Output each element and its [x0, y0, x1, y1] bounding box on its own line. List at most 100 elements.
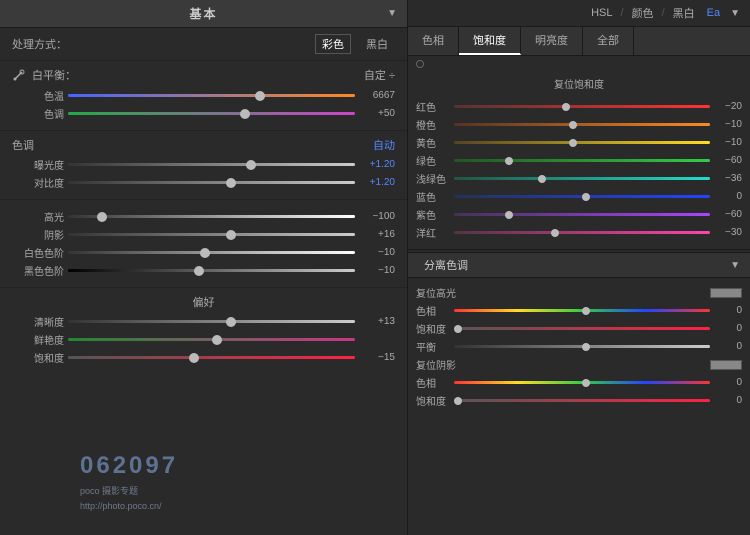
temp-label: 色温 [12, 88, 64, 103]
saturation-track[interactable] [68, 351, 355, 365]
hsl-orange-value: −10 [714, 119, 742, 130]
tint-label: 色调 [12, 106, 64, 121]
hsl-red-track[interactable] [454, 101, 710, 113]
white-value: −10 [359, 247, 395, 258]
tab-hue[interactable]: 色相 [408, 27, 459, 55]
contrast-value: +1.20 [359, 177, 395, 188]
black-label: 黑色色阶 [12, 263, 64, 278]
proc-mode-color[interactable]: 彩色 [315, 34, 351, 54]
balance-label: 平衡 [416, 339, 450, 354]
hsl-reset[interactable]: 复位饱和度 [416, 74, 742, 93]
hsl-purple-track[interactable] [454, 209, 710, 221]
exposure-label: 曝光度 [12, 157, 64, 172]
hsl-tabs-row: 色相 饱和度 明亮度 全部 [408, 27, 750, 56]
shadow-slider-row: 阴影 +16 [12, 227, 395, 242]
auto-button[interactable]: 自动 [373, 137, 395, 153]
tone-header: 色调 自动 [12, 137, 395, 153]
hl-sat-value: 0 [714, 323, 742, 334]
hsl-blue-label: 蓝色 [416, 189, 450, 204]
contrast-track[interactable] [68, 176, 355, 190]
temp-track[interactable] [68, 89, 355, 103]
exposure-track[interactable] [68, 158, 355, 172]
split-toning-title: 分离色调 [424, 257, 468, 273]
shadows-swatch[interactable] [710, 360, 742, 370]
main-container: 基本 ▼ 处理方式： 彩色 黑白 白平衡： 自定 [0, 0, 750, 535]
hsl-green-track[interactable] [454, 155, 710, 167]
proc-mode-row: 处理方式： 彩色 黑白 [0, 28, 407, 61]
eyedropper-icon[interactable] [12, 68, 26, 82]
hl-hue-track[interactable] [454, 305, 710, 317]
contrast-slider-row: 对比度 +1.20 [12, 175, 395, 190]
clarity-slider-row: 清晰度 +13 [12, 314, 395, 329]
hsl-magenta-track[interactable] [454, 227, 710, 239]
pref-section-wrapper: 偏好 清晰度 +13 鲜艳度 [0, 288, 407, 535]
tint-track[interactable] [68, 107, 355, 121]
hsl-blue-row: 蓝色 0 [416, 189, 742, 204]
vibrance-label: 鲜艳度 [12, 332, 64, 347]
hsl-yellow-track[interactable] [454, 137, 710, 149]
tab-all[interactable]: 全部 [583, 27, 634, 55]
highlights-swatch[interactable] [710, 288, 742, 298]
hsl-header-hsl[interactable]: HSL [591, 7, 612, 19]
highlight-value: −100 [359, 211, 395, 222]
hsl-green-label: 绿色 [416, 153, 450, 168]
ea-label: Ea [707, 7, 720, 19]
black-track[interactable] [68, 264, 355, 278]
balance-track[interactable] [454, 341, 710, 353]
saturation-slider-row: 饱和度 −15 [12, 350, 395, 365]
exposure-value: +1.20 [359, 159, 395, 170]
white-track[interactable] [68, 246, 355, 260]
exposure-slider-row: 曝光度 +1.20 [12, 157, 395, 172]
hsl-magenta-value: −30 [714, 227, 742, 238]
hsl-purple-label: 紫色 [416, 207, 450, 222]
highlights-reset-label[interactable]: 复位高光 [416, 285, 456, 300]
right-panel: HSL / 颜色 / 黑白 Ea ▼ 色相 饱和度 明亮度 全部 复位饱和度 红… [408, 0, 750, 535]
balance-value: 0 [714, 341, 742, 352]
shadow-track[interactable] [68, 228, 355, 242]
sh-hue-track[interactable] [454, 377, 710, 389]
basic-section-header: 基本 ▼ [0, 0, 407, 28]
highlight-label: 高光 [12, 209, 64, 224]
hl-sat-track[interactable] [454, 323, 710, 335]
saturation-value: −15 [359, 352, 395, 363]
temp-slider-row: 色温 6667 [12, 88, 395, 103]
tint-slider-row: 色调 +50 [12, 106, 395, 121]
hsl-blue-track[interactable] [454, 191, 710, 203]
hl-hue-row: 色相 0 [416, 303, 742, 318]
hsl-sliders-section: 复位饱和度 红色 −20 橙色 −10 [408, 70, 750, 247]
basic-arrow[interactable]: ▼ [387, 8, 397, 19]
tone-section: 色调 自动 曝光度 +1.20 对比度 +1.20 [0, 131, 407, 200]
hsl-header-bw[interactable]: 黑白 [673, 5, 695, 21]
hl-sat-row: 饱和度 0 [416, 321, 742, 336]
clarity-track[interactable] [68, 315, 355, 329]
tab-luminance[interactable]: 明亮度 [521, 27, 583, 55]
split-toning-content: 复位高光 色相 0 饱和度 [408, 278, 750, 415]
watermark-brand: poco 摄影专题 [80, 484, 138, 497]
hsl-magenta-label: 洋红 [416, 225, 450, 240]
header-arrow-right[interactable]: ▼ [730, 8, 740, 19]
proc-mode-label: 处理方式： [12, 36, 67, 52]
hsl-aqua-track[interactable] [454, 173, 710, 185]
tab-saturation[interactable]: 饱和度 [459, 27, 521, 55]
split-toning-arrow[interactable]: ▼ [730, 260, 740, 271]
hsl-aqua-row: 浅绿色 −36 [416, 171, 742, 186]
watermark-url: http://photo.poco.cn/ [80, 501, 162, 511]
watermark: 062097 [80, 452, 178, 480]
hsl-green-value: −60 [714, 155, 742, 166]
wb-section: 白平衡： 自定 ÷ 色温 6667 色调 [0, 61, 407, 131]
hsl-yellow-value: −10 [714, 137, 742, 148]
vibrance-track[interactable] [68, 333, 355, 347]
sh-sat-track[interactable] [454, 395, 710, 407]
highlight-track[interactable] [68, 210, 355, 224]
hsl-header-color[interactable]: 颜色 [632, 5, 654, 21]
shadows-reset-label[interactable]: 复位阴影 [416, 357, 456, 372]
saturation-label: 饱和度 [12, 350, 64, 365]
clarity-value: +13 [359, 316, 395, 327]
hsl-red-row: 红色 −20 [416, 99, 742, 114]
proc-mode-bw[interactable]: 黑白 [359, 34, 395, 54]
highlight-slider-row: 高光 −100 [12, 209, 395, 224]
hsl-orange-track[interactable] [454, 119, 710, 131]
shadow-value: +16 [359, 229, 395, 240]
wb-preset[interactable]: 自定 ÷ [364, 67, 395, 83]
circle-row [408, 56, 750, 70]
